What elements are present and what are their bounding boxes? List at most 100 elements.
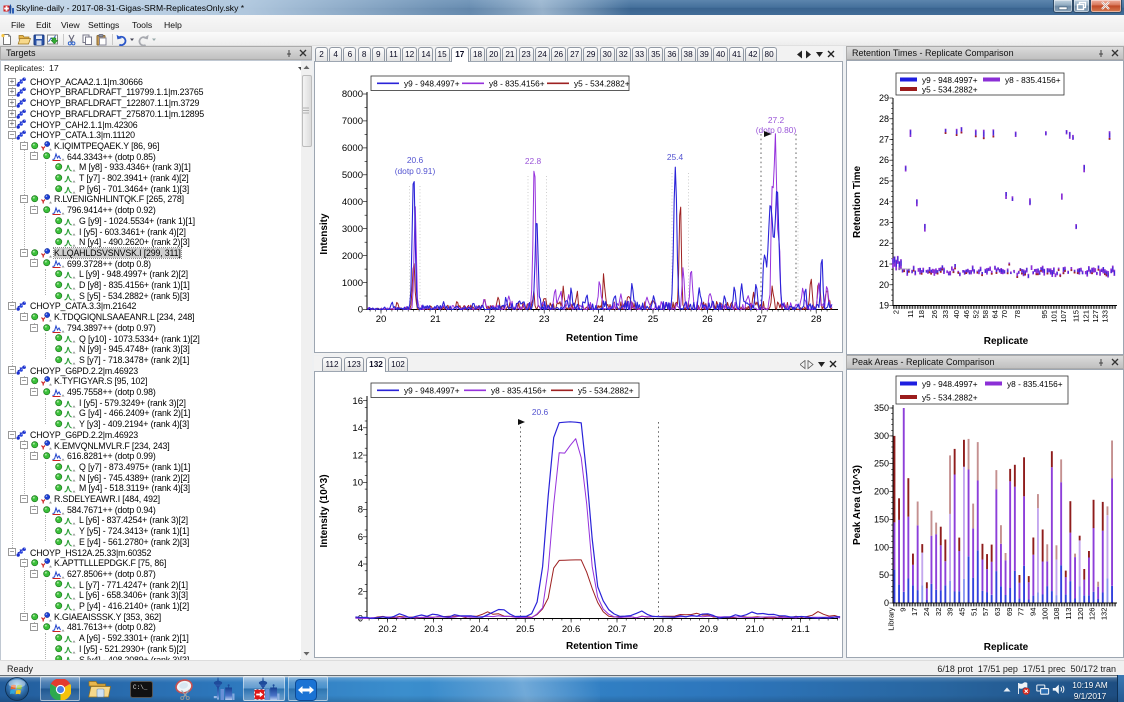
svg-text:y5 - 534.2882+: y5 - 534.2882+ xyxy=(574,79,630,89)
svg-text:20.6: 20.6 xyxy=(532,407,549,417)
svg-text:Intensity (10^3): Intensity (10^3) xyxy=(319,474,330,547)
svg-text:y5 - 534.2882+: y5 - 534.2882+ xyxy=(578,386,634,396)
svg-text:33: 33 xyxy=(941,310,950,318)
svg-text:5000: 5000 xyxy=(342,170,363,181)
svg-text:2: 2 xyxy=(892,310,901,314)
svg-text:20: 20 xyxy=(879,280,889,290)
svg-text:250: 250 xyxy=(874,459,889,469)
svg-text:133: 133 xyxy=(1100,310,1109,323)
svg-text:y5 - 534.2882+: y5 - 534.2882+ xyxy=(922,85,978,95)
svg-text:Intensity: Intensity xyxy=(319,213,330,255)
svg-text:2: 2 xyxy=(358,587,363,598)
svg-text:y8 - 835.4156+: y8 - 835.4156+ xyxy=(489,79,545,89)
svg-text:Library: Library xyxy=(887,607,896,630)
svg-text:22.8: 22.8 xyxy=(525,156,542,166)
svg-text:Replicate: Replicate xyxy=(984,336,1029,347)
svg-text:20.7: 20.7 xyxy=(608,624,627,635)
svg-text:0: 0 xyxy=(358,305,363,316)
svg-text:20.4: 20.4 xyxy=(470,624,489,635)
svg-text:77: 77 xyxy=(1017,608,1026,616)
svg-text:10: 10 xyxy=(352,478,363,489)
svg-text:24: 24 xyxy=(922,608,931,616)
svg-text:101: 101 xyxy=(1049,310,1058,323)
svg-text:Peak Area (10^3): Peak Area (10^3) xyxy=(852,465,863,545)
svg-text:y8 - 835.4156+: y8 - 835.4156+ xyxy=(491,386,547,396)
svg-text:(dotp 0.91): (dotp 0.91) xyxy=(395,166,436,176)
svg-text:52: 52 xyxy=(971,310,980,318)
svg-text:y9 - 948.4997+: y9 - 948.4997+ xyxy=(922,379,978,389)
svg-text:20.9: 20.9 xyxy=(700,624,719,635)
svg-text:26: 26 xyxy=(702,314,713,325)
svg-text:0: 0 xyxy=(884,598,889,608)
svg-text:C:\_: C:\_ xyxy=(133,684,148,691)
svg-text:27.2: 27.2 xyxy=(768,115,785,125)
svg-text:Retention Time: Retention Time xyxy=(852,166,863,238)
svg-text:17: 17 xyxy=(910,608,919,616)
svg-text:69: 69 xyxy=(1005,608,1014,616)
svg-text:26: 26 xyxy=(930,310,939,318)
svg-text:46: 46 xyxy=(962,310,971,318)
svg-text:51: 51 xyxy=(969,608,978,616)
svg-text:20.5: 20.5 xyxy=(516,624,535,635)
svg-text:21.1: 21.1 xyxy=(791,624,810,635)
svg-text:18: 18 xyxy=(917,310,926,318)
svg-text:126: 126 xyxy=(1088,608,1097,621)
svg-text:y9 - 948.4997+: y9 - 948.4997+ xyxy=(922,75,978,85)
svg-text:7000: 7000 xyxy=(342,116,363,127)
svg-text:70: 70 xyxy=(1000,310,1009,318)
svg-text:120: 120 xyxy=(1076,608,1085,621)
svg-text:8: 8 xyxy=(358,505,363,516)
svg-text:4000: 4000 xyxy=(342,197,363,208)
svg-text:11: 11 xyxy=(906,310,915,318)
svg-text:24: 24 xyxy=(879,197,889,207)
svg-text:29: 29 xyxy=(879,93,889,103)
svg-text:3000: 3000 xyxy=(342,224,363,235)
svg-text:40: 40 xyxy=(952,310,961,318)
svg-text:22: 22 xyxy=(879,238,889,248)
svg-text:20.6: 20.6 xyxy=(562,624,581,635)
svg-text:12: 12 xyxy=(352,450,363,461)
svg-text:25: 25 xyxy=(648,314,659,325)
svg-text:21: 21 xyxy=(430,314,441,325)
svg-text:19: 19 xyxy=(879,301,889,311)
svg-text:0: 0 xyxy=(358,614,363,625)
svg-text:9: 9 xyxy=(898,608,907,612)
svg-text:25.4: 25.4 xyxy=(667,152,684,162)
svg-text:63: 63 xyxy=(993,608,1002,616)
svg-text:28: 28 xyxy=(879,114,889,124)
svg-text:121: 121 xyxy=(1081,310,1090,323)
svg-text:350: 350 xyxy=(874,403,889,413)
svg-text:107: 107 xyxy=(1059,310,1068,323)
svg-text:8000: 8000 xyxy=(342,89,363,100)
svg-text:6000: 6000 xyxy=(342,143,363,154)
svg-text:y9 - 948.4997+: y9 - 948.4997+ xyxy=(404,79,460,89)
svg-text:20.2: 20.2 xyxy=(378,624,397,635)
svg-text:20: 20 xyxy=(376,314,387,325)
svg-text:50: 50 xyxy=(879,570,889,580)
svg-text:39: 39 xyxy=(946,608,955,616)
svg-text:20.6: 20.6 xyxy=(407,155,424,165)
svg-text:(dotp 0.80): (dotp 0.80) xyxy=(756,125,797,135)
svg-text:4: 4 xyxy=(358,559,363,570)
svg-text:200: 200 xyxy=(874,487,889,497)
svg-text:64: 64 xyxy=(991,310,1000,318)
svg-text:26: 26 xyxy=(879,155,889,165)
svg-text:23: 23 xyxy=(539,314,550,325)
svg-text:Replicate: Replicate xyxy=(984,642,1029,653)
svg-text:115: 115 xyxy=(1072,310,1081,322)
svg-text:108: 108 xyxy=(1052,608,1061,621)
svg-text:21.0: 21.0 xyxy=(745,624,764,635)
svg-text:Retention Time: Retention Time xyxy=(566,333,638,344)
svg-text:20.8: 20.8 xyxy=(654,624,673,635)
svg-text:y8 - 835.4156+: y8 - 835.4156+ xyxy=(1005,75,1061,85)
svg-text:25: 25 xyxy=(879,176,889,186)
svg-text:132: 132 xyxy=(1099,608,1108,621)
svg-text:300: 300 xyxy=(874,431,889,441)
svg-text:21: 21 xyxy=(879,259,889,269)
svg-text:22: 22 xyxy=(485,314,496,325)
svg-text:45: 45 xyxy=(958,608,967,616)
svg-text:1000: 1000 xyxy=(342,278,363,289)
svg-text:23: 23 xyxy=(879,218,889,228)
svg-text:27: 27 xyxy=(879,135,889,145)
svg-text:24: 24 xyxy=(593,314,604,325)
